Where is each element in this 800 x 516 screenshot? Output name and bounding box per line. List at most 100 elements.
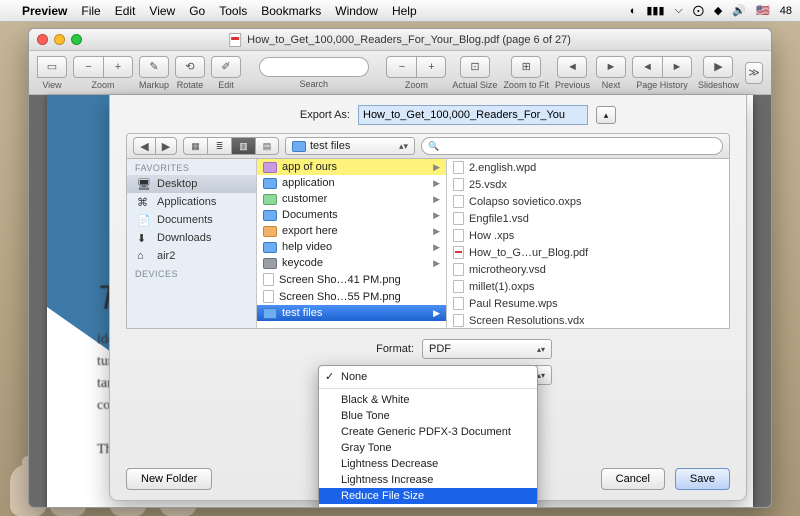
menu-go[interactable]: Go bbox=[189, 4, 205, 18]
format-popup[interactable]: PDF ▴▾ bbox=[422, 339, 552, 359]
markup-button[interactable]: ✎ bbox=[139, 56, 169, 78]
sidebar-item-desktop[interactable]: 🖥Desktop bbox=[127, 175, 256, 193]
document-file-icon bbox=[453, 229, 464, 242]
quartz-menu-item[interactable]: Lightness Increase bbox=[319, 472, 537, 488]
wifi-icon[interactable]: ⌵ bbox=[675, 4, 683, 17]
rotate-button[interactable]: ⟲ bbox=[175, 56, 205, 78]
sidebar-item-applications[interactable]: ⌘Applications bbox=[127, 193, 256, 211]
export-as-field[interactable] bbox=[358, 105, 588, 125]
file-item[interactable]: Colapso sovietico.oxps bbox=[447, 193, 729, 210]
file-column[interactable]: 2.english.wpd25.vsdxColapso sovietico.ox… bbox=[447, 159, 729, 328]
collapse-expand-button[interactable]: ▴ bbox=[596, 106, 616, 124]
folder-item[interactable]: application▶ bbox=[257, 175, 446, 191]
folder-item[interactable]: Screen Sho…41 PM.png bbox=[257, 271, 446, 288]
nav-back-button[interactable]: ◀ bbox=[133, 137, 155, 155]
cancel-button[interactable]: Cancel bbox=[601, 468, 665, 490]
save-button[interactable]: Save bbox=[675, 468, 730, 490]
zoom-out-button[interactable]: − bbox=[73, 56, 103, 78]
window-close-button[interactable] bbox=[37, 34, 48, 45]
path-popup[interactable]: test files ▴▾ bbox=[285, 137, 415, 155]
clock-text[interactable]: 48 bbox=[780, 5, 792, 17]
nav-forward-button[interactable]: ▶ bbox=[155, 137, 177, 155]
app-menu[interactable]: Preview bbox=[22, 4, 67, 18]
file-browser-search[interactable]: 🔍 bbox=[421, 137, 723, 155]
file-item[interactable]: Screen Resolutions.vdx bbox=[447, 312, 729, 328]
coverflow-view-button[interactable]: ▤ bbox=[255, 137, 279, 155]
folder-item-label: keycode bbox=[282, 257, 323, 269]
sidebar-item-label: Downloads bbox=[157, 232, 211, 244]
icon-view-button[interactable]: ▦ bbox=[183, 137, 207, 155]
column-view-button[interactable]: ▥ bbox=[231, 137, 255, 155]
file-item[interactable]: How_to_G…ur_Blog.pdf bbox=[447, 244, 729, 261]
file-item-label: Paul Resume.wps bbox=[469, 298, 558, 310]
tb-prev-label: Previous bbox=[555, 80, 590, 90]
quartz-menu-item[interactable]: Create Generic PDFX-3 Document bbox=[319, 424, 537, 440]
menu-edit[interactable]: Edit bbox=[115, 4, 136, 18]
sidebar-item-downloads[interactable]: ⬇Downloads bbox=[127, 229, 256, 247]
quartz-menu-item[interactable]: Reduce File Size bbox=[319, 488, 537, 504]
view-mode-button[interactable]: ▭ bbox=[37, 56, 67, 78]
menu-window[interactable]: Window bbox=[335, 4, 378, 18]
sidebar-item-documents[interactable]: 📄Documents bbox=[127, 211, 256, 229]
menu-file[interactable]: File bbox=[81, 4, 100, 18]
quartz-menu-item[interactable]: Black & White bbox=[319, 392, 537, 408]
window-minimize-button[interactable] bbox=[54, 34, 65, 45]
tb-edit-label: Edit bbox=[218, 80, 234, 90]
file-item-label: Engfile1.vsd bbox=[469, 213, 529, 225]
page-history-fwd[interactable]: ► bbox=[662, 56, 692, 78]
folder-item[interactable]: Screen Sho…55 PM.png bbox=[257, 288, 446, 305]
file-item[interactable]: microtheory.vsd bbox=[447, 261, 729, 278]
window-zoom-button[interactable] bbox=[71, 34, 82, 45]
folder-item[interactable]: help video▶ bbox=[257, 239, 446, 255]
folder-item[interactable]: customer▶ bbox=[257, 191, 446, 207]
folder-item[interactable]: keycode▶ bbox=[257, 255, 446, 271]
folder-column[interactable]: app of ours▶application▶customer▶Documen… bbox=[257, 159, 447, 328]
toolbar-search-field[interactable] bbox=[259, 57, 369, 77]
new-folder-button[interactable]: New Folder bbox=[126, 468, 212, 490]
page-history-back[interactable]: ◄ bbox=[632, 56, 662, 78]
file-item[interactable]: millet(1).oxps bbox=[447, 278, 729, 295]
folder-item[interactable]: test files▶ bbox=[257, 305, 446, 321]
file-item[interactable]: How .xps bbox=[447, 227, 729, 244]
edit-button[interactable]: ✐ bbox=[211, 56, 241, 78]
bluetooth-icon[interactable]: ⨀ bbox=[693, 4, 704, 17]
sidebar-item-label: air2 bbox=[157, 250, 175, 262]
actual-size-button[interactable]: ⊡ bbox=[460, 56, 490, 78]
menu-tools[interactable]: Tools bbox=[219, 4, 247, 18]
battery-icon[interactable]: ▮▮▮ bbox=[646, 4, 664, 17]
chevron-right-icon: ▶ bbox=[433, 178, 440, 189]
folder-item[interactable]: Documents▶ bbox=[257, 207, 446, 223]
dropbox-icon[interactable]: ◆ bbox=[714, 4, 722, 17]
quartz-filter-menu[interactable]: None Black & WhiteBlue ToneCreate Generic… bbox=[318, 365, 538, 508]
quartz-menu-item[interactable]: Gray Tone bbox=[319, 440, 537, 456]
zoom-to-fit-button[interactable]: ⊞ bbox=[511, 56, 541, 78]
file-item[interactable]: Engfile1.vsd bbox=[447, 210, 729, 227]
file-item[interactable]: Paul Resume.wps bbox=[447, 295, 729, 312]
quartz-menu-item[interactable]: Sepia Tone bbox=[319, 504, 537, 508]
quartz-menu-item[interactable]: None bbox=[319, 369, 537, 385]
menu-help[interactable]: Help bbox=[392, 4, 417, 18]
file-item[interactable]: 2.english.wpd bbox=[447, 159, 729, 176]
flag-icon[interactable]: 🇺🇸 bbox=[756, 4, 770, 17]
sidebar-item-air2[interactable]: ⌂air2 bbox=[127, 247, 256, 265]
zoom-out-button-2[interactable]: − bbox=[386, 56, 416, 78]
zoom-in-button-2[interactable]: + bbox=[416, 56, 446, 78]
display-icon[interactable]: ◐ bbox=[630, 5, 637, 17]
previous-button[interactable]: ◄ bbox=[557, 56, 587, 78]
folder-item[interactable]: export here▶ bbox=[257, 223, 446, 239]
preview-window: How_to_Get_100,000_Readers_For_Your_Blog… bbox=[28, 28, 772, 508]
next-button[interactable]: ► bbox=[596, 56, 626, 78]
menu-bookmarks[interactable]: Bookmarks bbox=[261, 4, 321, 18]
zoom-in-button[interactable]: + bbox=[103, 56, 133, 78]
menu-view[interactable]: View bbox=[149, 4, 175, 18]
slideshow-button[interactable]: ▶ bbox=[703, 56, 733, 78]
quartz-menu-item[interactable]: Lightness Decrease bbox=[319, 456, 537, 472]
list-view-button[interactable]: ≣ bbox=[207, 137, 231, 155]
titlebar[interactable]: How_to_Get_100,000_Readers_For_Your_Blog… bbox=[29, 29, 771, 51]
document-file-icon bbox=[453, 297, 464, 310]
toolbar-overflow-button[interactable]: ≫ bbox=[745, 62, 763, 84]
folder-item[interactable]: app of ours▶ bbox=[257, 159, 446, 175]
file-item[interactable]: 25.vsdx bbox=[447, 176, 729, 193]
volume-icon[interactable]: 🔊 bbox=[732, 4, 746, 17]
quartz-menu-item[interactable]: Blue Tone bbox=[319, 408, 537, 424]
